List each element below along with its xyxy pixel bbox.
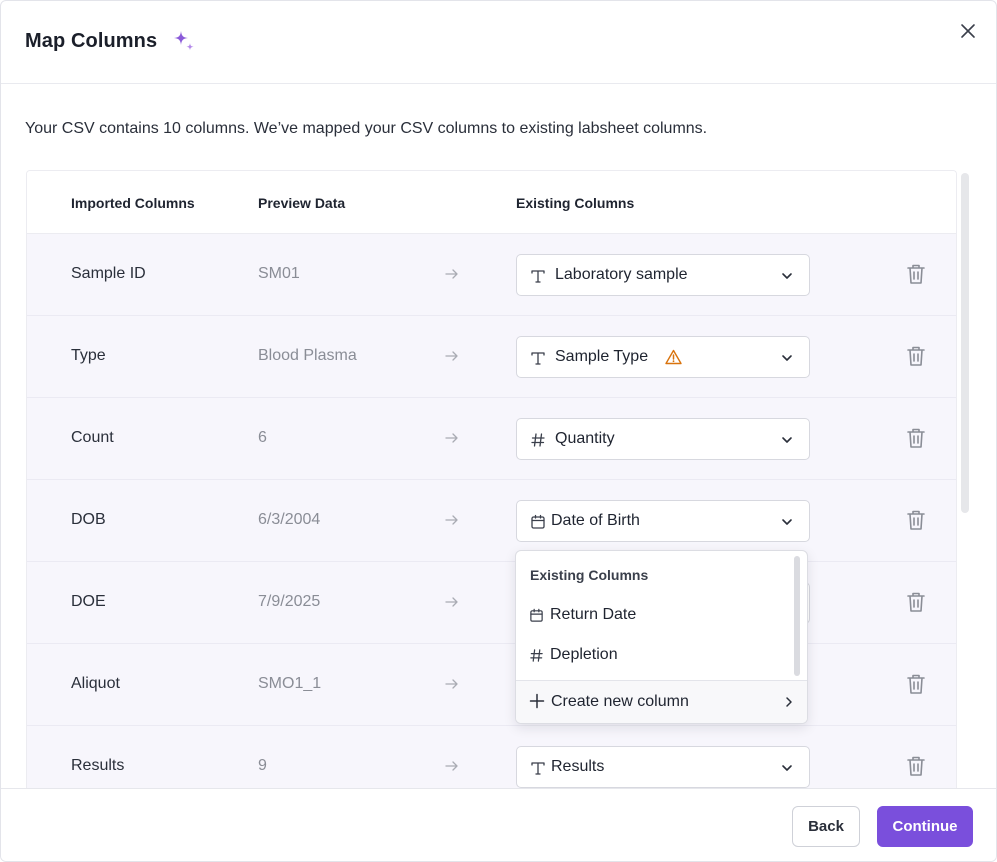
calendar-icon [530, 608, 543, 622]
chevron-down-icon [782, 355, 792, 361]
dropdown-scrollbar[interactable] [794, 556, 800, 676]
arrow-right-icon [445, 515, 458, 525]
table-row: Sample ID SM01 Laboratory sample [27, 234, 956, 316]
plus-icon [529, 693, 545, 709]
existing-column-select[interactable]: Date of Birth [516, 500, 810, 542]
preview-value: Blood Plasma [258, 347, 357, 364]
hash-icon [531, 433, 545, 447]
chevron-down-icon [782, 437, 792, 443]
header-imported-columns: Imported Columns [71, 195, 195, 211]
trash-icon[interactable] [906, 591, 926, 613]
table-row: Type Blood Plasma Sample Type [27, 316, 956, 398]
hash-icon [530, 649, 543, 662]
select-value: Results [551, 758, 605, 775]
arrow-right-icon [445, 761, 458, 771]
imported-column-name: Results [71, 757, 125, 774]
preview-value: SM01 [258, 265, 300, 282]
dropdown-item-depletion[interactable]: Depletion [516, 639, 796, 673]
preview-value: 6 [258, 429, 267, 446]
header-existing-columns: Existing Columns [516, 195, 635, 211]
dropdown-item-return-date[interactable]: Return Date [516, 599, 796, 633]
preview-value: SMO1_1 [258, 675, 322, 692]
imported-column-name: Sample ID [71, 265, 146, 282]
table-row: DOB 6/3/2004 Date of Birth [27, 480, 956, 562]
existing-columns-dropdown: Existing Columns Return Date Depletion C… [515, 550, 808, 724]
imported-column-name: DOE [71, 593, 106, 610]
arrow-right-icon [445, 433, 458, 443]
warning-icon [665, 349, 682, 365]
dialog-subtitle: Your CSV contains 10 columns. We’ve mapp… [25, 120, 708, 137]
existing-column-select[interactable]: Laboratory sample [516, 254, 810, 296]
arrow-right-icon [445, 679, 458, 689]
arrow-right-icon [445, 597, 458, 607]
dialog-footer: Back Continue [1, 788, 996, 861]
trash-icon[interactable] [906, 427, 926, 449]
text-type-icon [531, 270, 545, 283]
trash-icon[interactable] [906, 509, 926, 531]
text-type-icon [531, 352, 545, 365]
select-value: Sample Type [555, 348, 649, 365]
column-mapping-table: Imported Columns Preview Data Existing C… [26, 170, 957, 790]
existing-column-select[interactable]: Results [516, 746, 810, 788]
trash-icon[interactable] [906, 755, 926, 777]
sparkle-icon [174, 31, 194, 51]
chevron-down-icon [782, 519, 792, 525]
create-new-column-button[interactable]: Create new column [516, 680, 807, 723]
existing-column-select[interactable]: Sample Type [516, 336, 810, 378]
imported-column-name: Count [71, 429, 114, 446]
table-row: Count 6 Quantity [27, 398, 956, 480]
imported-column-name: DOB [71, 511, 106, 528]
trash-icon[interactable] [906, 345, 926, 367]
dialog-header: Map Columns [1, 1, 996, 84]
existing-column-select[interactable]: Quantity [516, 418, 810, 460]
preview-value: 9 [258, 757, 267, 774]
map-columns-dialog: Map Columns Your CSV contains 10 columns… [0, 0, 997, 862]
text-type-icon [531, 762, 545, 775]
continue-button[interactable]: Continue [877, 806, 973, 847]
table-row: Aliquot SMO1_1 [27, 644, 956, 726]
dropdown-heading: Existing Columns [530, 567, 649, 583]
chevron-down-icon [782, 273, 792, 279]
arrow-right-icon [445, 351, 458, 361]
create-new-column-label: Create new column [551, 693, 689, 710]
table-scrollbar[interactable] [961, 173, 969, 513]
select-value: Date of Birth [551, 512, 640, 529]
header-preview-data: Preview Data [258, 195, 346, 211]
arrow-right-icon [445, 269, 458, 279]
table-row: DOE 7/9/2025 [27, 562, 956, 644]
imported-column-name: Aliquot [71, 675, 120, 692]
preview-value: 7/9/2025 [258, 593, 321, 610]
trash-icon[interactable] [906, 263, 926, 285]
table-row: Results 9 Results [27, 726, 956, 790]
dialog-title: Map Columns [25, 30, 158, 52]
close-icon[interactable] [958, 21, 978, 41]
trash-icon[interactable] [906, 673, 926, 695]
imported-column-name: Type [71, 347, 106, 364]
chevron-down-icon [782, 765, 792, 771]
calendar-icon [531, 514, 545, 529]
back-button[interactable]: Back [792, 806, 860, 847]
dropdown-item-label: Return Date [550, 606, 637, 623]
table-header: Imported Columns Preview Data Existing C… [27, 171, 956, 234]
dropdown-item-label: Depletion [550, 646, 618, 663]
chevron-right-icon [786, 697, 792, 707]
preview-value: 6/3/2004 [258, 511, 321, 528]
select-value: Quantity [555, 430, 615, 447]
select-value: Laboratory sample [555, 266, 688, 283]
